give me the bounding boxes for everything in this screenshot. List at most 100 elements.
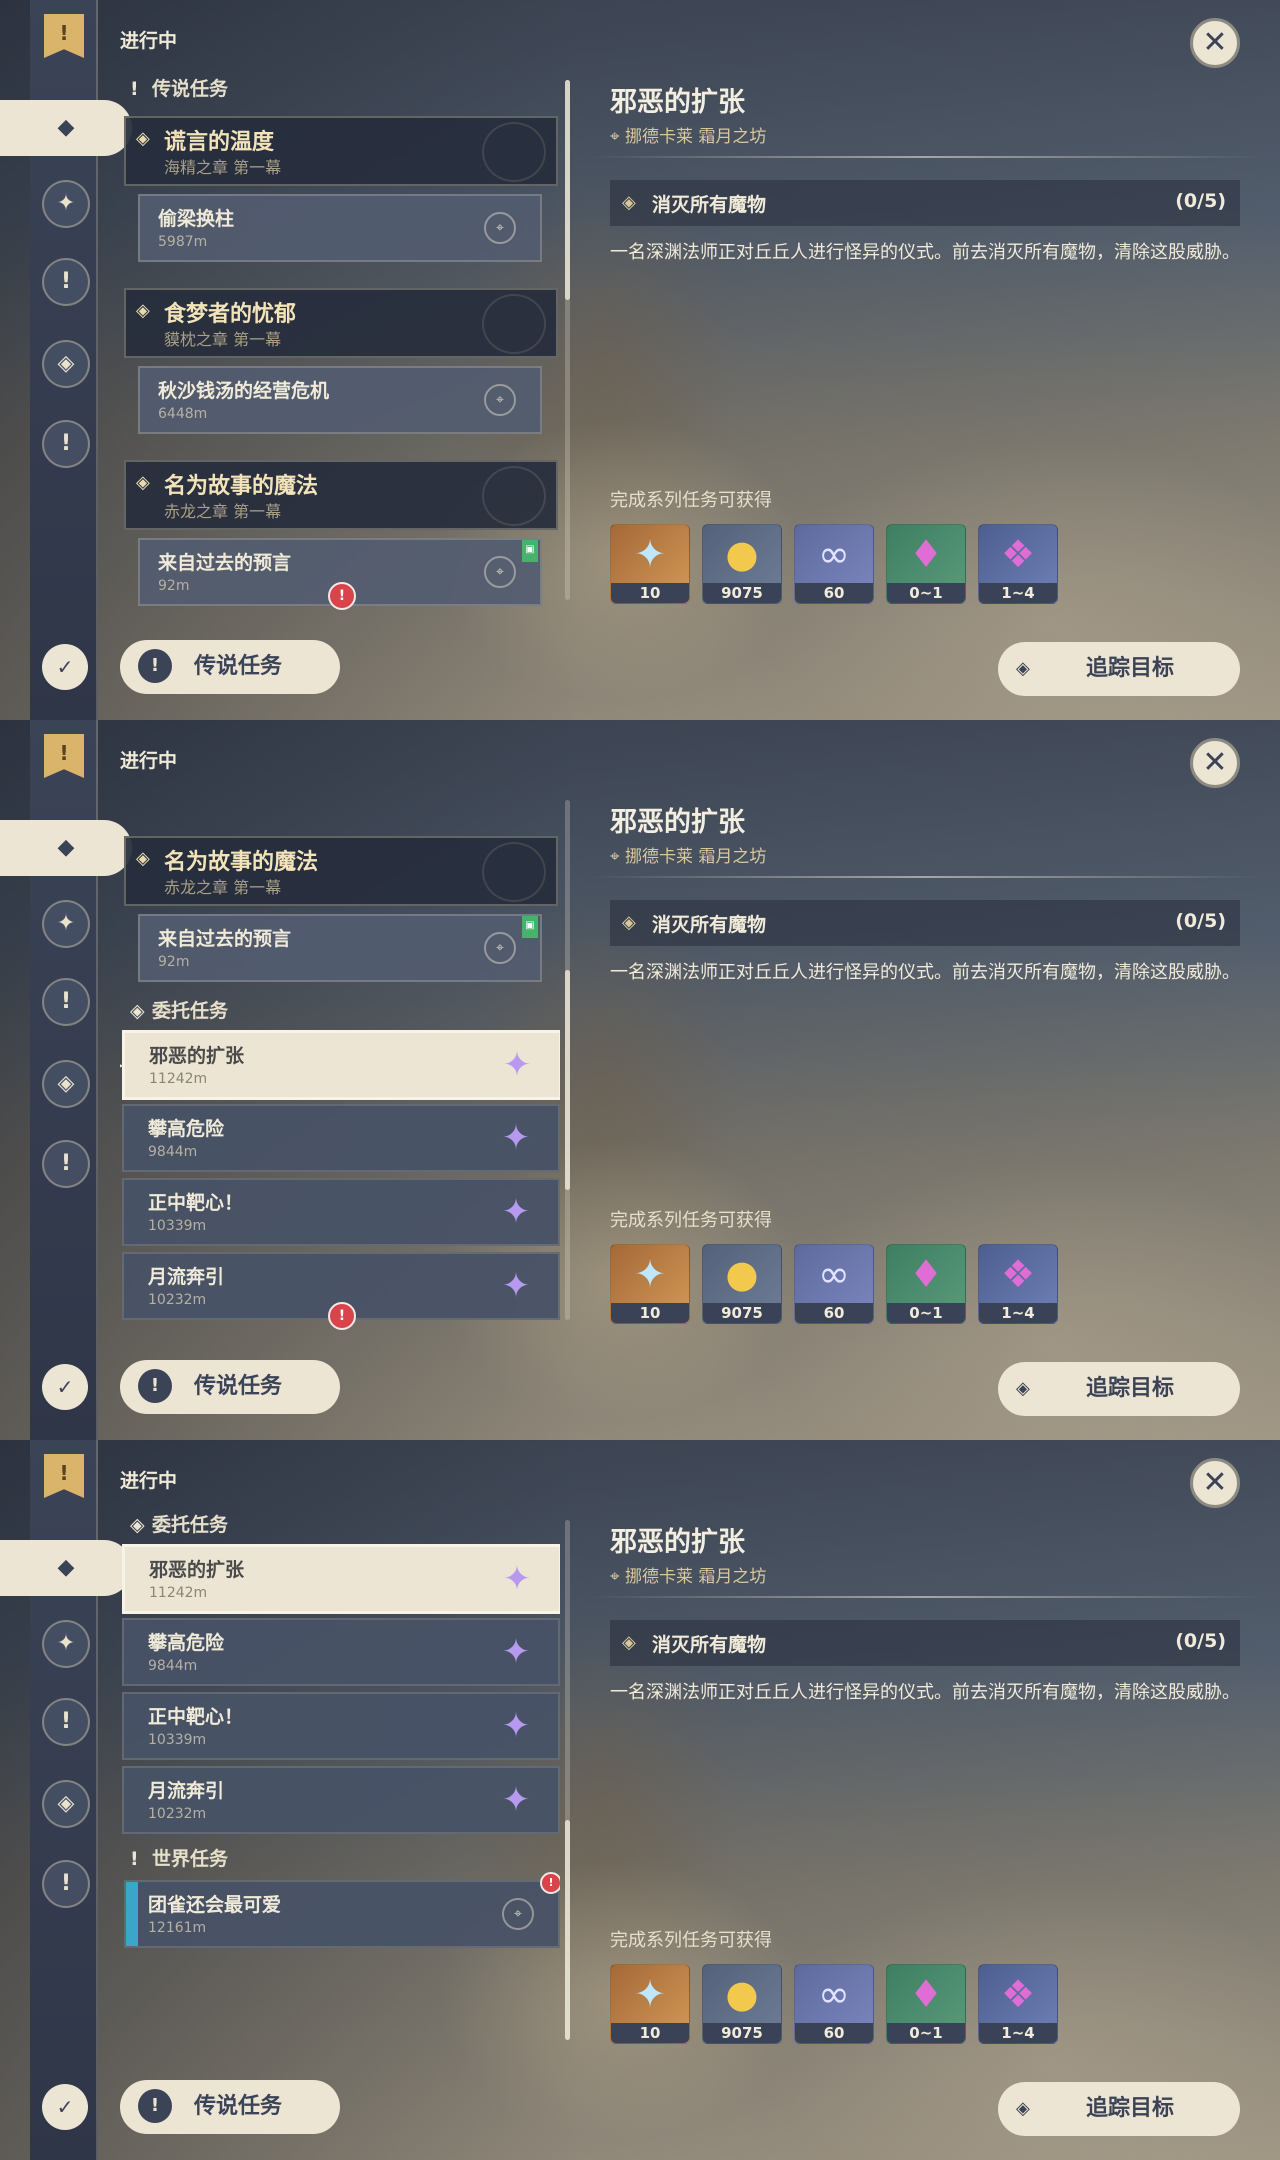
reward-item[interactable]: ♦ 0~1 — [886, 524, 966, 604]
quest-list[interactable]: ! 传说任务 ◈ 谎言的温度 海精之章 第一幕 偷梁换柱 5987m ⌖ ◈ 食梦… — [120, 70, 560, 610]
chapter-card[interactable]: ◈ 名为故事的魔法 赤龙之章 第一幕 — [124, 836, 558, 906]
reward-item[interactable]: ● 9075 — [702, 524, 782, 604]
bookmark-icon[interactable]: ! — [44, 1454, 84, 1498]
reward-item[interactable]: ❖ 1~4 — [978, 524, 1058, 604]
subquest-item[interactable]: 偷梁换柱 5987m ⌖ — [138, 194, 542, 262]
commission-star-icon: ✦ — [501, 1632, 531, 1672]
diamond-icon: ◈ — [136, 128, 150, 149]
legend-quest-button[interactable]: ! 传说任务 — [120, 640, 340, 694]
scrollbar[interactable] — [565, 800, 570, 1320]
chapter-card[interactable]: ◈ 谎言的温度 海精之章 第一幕 — [124, 116, 558, 186]
location-pin-icon[interactable]: ⌖ — [484, 556, 516, 588]
section-world: ! 世界任务 — [130, 1844, 228, 1874]
reward-item[interactable]: ♦ 0~1 — [886, 1244, 966, 1324]
detail-description: 一名深渊法师正对丘丘人进行怪异的仪式。前去消灭所有魔物，清除这股威胁。 — [610, 1682, 1240, 1703]
reward-item[interactable]: ✦ 10 — [610, 524, 690, 604]
location-pin-icon[interactable]: ⌖ — [484, 384, 516, 416]
check-icon[interactable]: ✓ — [42, 1364, 88, 1410]
bookmark-icon[interactable]: ! — [44, 14, 84, 58]
archon-tab[interactable]: ✦ — [42, 900, 90, 948]
commission-star-icon: ✦ — [501, 1706, 531, 1746]
legend-quest-button[interactable]: ! 传说任务 — [120, 1360, 340, 1414]
subquest-title: 来自过去的预言 — [158, 552, 292, 574]
scroll-thumb[interactable] — [565, 80, 570, 300]
event-tab[interactable]: ◈ — [42, 1060, 90, 1108]
commission-item[interactable]: ▶ 邪恶的扩张 11242m ✦ — [120, 1030, 560, 1100]
commission-item[interactable]: 正中靶心！ 10339m ✦ — [122, 1692, 560, 1760]
legend-tab[interactable]: ! — [42, 258, 90, 306]
commission-star-icon: ✦ — [502, 1559, 532, 1599]
alert-icon: ! — [328, 582, 356, 610]
crystal-cluster-icon: ❖ — [1000, 1972, 1036, 2016]
reward-item[interactable]: ♦ 0~1 — [886, 1964, 966, 2044]
commission-tab[interactable]: ◆ — [0, 1540, 132, 1596]
reward-item[interactable]: ● 9075 — [702, 1244, 782, 1324]
world-quest-item[interactable]: 团雀还会最可爱 12161m ⌖ — [124, 1880, 560, 1948]
track-button[interactable]: ◈ 追踪目标 — [998, 1362, 1240, 1416]
location-pin-icon[interactable]: ⌖ — [484, 212, 516, 244]
commission-item[interactable]: 攀高危险 9844m ✦ — [122, 1618, 560, 1686]
track-button[interactable]: ◈ 追踪目标 — [998, 642, 1240, 696]
commission-tab[interactable]: ◆ — [0, 100, 132, 156]
chapter-emblem-icon — [482, 466, 546, 526]
selected-arrow-icon: ▶ — [120, 1569, 123, 1588]
archon-tab[interactable]: ✦ — [42, 180, 90, 228]
commission-star-icon: ✦ — [502, 1045, 532, 1085]
reward-item[interactable]: ∞ 60 — [794, 1244, 874, 1324]
reward-item[interactable]: ∞ 60 — [794, 524, 874, 604]
reward-item[interactable]: ✦ 10 — [610, 1964, 690, 2044]
bookmark-icon[interactable]: ! — [44, 734, 84, 778]
detail-description: 一名深渊法师正对丘丘人进行怪异的仪式。前去消灭所有魔物，清除这股威胁。 — [610, 242, 1240, 263]
quest-list[interactable]: ◈委托任务 ▶ 邪恶的扩张 11242m ✦ 攀高危险 9844m ✦ 正中靶心… — [120, 1510, 560, 2050]
detail-title: 邪恶的扩张 — [610, 1527, 745, 1558]
scroll-thumb[interactable] — [565, 970, 570, 1190]
diamond-icon: ◈ — [1016, 1378, 1030, 1399]
event-tab[interactable]: ◈ — [42, 340, 90, 388]
objective-text: 消灭所有魔物 — [652, 1634, 767, 1656]
scrollbar[interactable] — [565, 80, 570, 600]
reward-item[interactable]: ∞ 60 — [794, 1964, 874, 2044]
status-label: 进行中 — [120, 1470, 178, 1492]
reward-item[interactable]: ❖ 1~4 — [978, 1964, 1058, 2044]
scrollbar[interactable] — [565, 1520, 570, 2040]
reward-item[interactable]: ● 9075 — [702, 1964, 782, 2044]
legend-tab[interactable]: ! — [42, 1698, 90, 1746]
scroll-thumb[interactable] — [565, 1820, 570, 2040]
subquest-item[interactable]: 来自过去的预言 92m ⌖ ▣ — [138, 914, 542, 982]
diamond-icon: ◈ — [622, 192, 636, 213]
close-icon[interactable]: ✕ — [1190, 738, 1240, 788]
quest-list[interactable]: ◈ 名为故事的魔法 赤龙之章 第一幕 来自过去的预言 92m ⌖ ▣ ◈ 委托任务… — [120, 790, 560, 1330]
commission-item[interactable]: 正中靶心！ 10339m ✦ — [122, 1178, 560, 1246]
status-label: 进行中 — [120, 750, 178, 772]
archon-tab[interactable]: ✦ — [42, 1620, 90, 1668]
close-icon[interactable]: ✕ — [1190, 18, 1240, 68]
event-tab[interactable]: ◈ — [42, 1780, 90, 1828]
commission-tab[interactable]: ◆ — [0, 820, 132, 876]
world-tab[interactable]: ! — [42, 1860, 90, 1908]
screen-3: ! ◆ ✦ ! ◈ ! 进行中 ✕ ◈委托任务 ▶ 邪恶的扩张 11242m ✦… — [0, 1440, 1280, 2160]
location-pin-icon[interactable]: ⌖ — [502, 1898, 534, 1930]
chapter-card[interactable]: ◈ 名为故事的魔法 赤龙之章 第一幕 — [124, 460, 558, 530]
reward-item[interactable]: ✦ 10 — [610, 1244, 690, 1324]
commission-item[interactable]: ▶ 邪恶的扩张 11242m ✦ — [120, 1544, 560, 1614]
check-icon[interactable]: ✓ — [42, 2084, 88, 2130]
close-icon[interactable]: ✕ — [1190, 1458, 1240, 1508]
subquest-item[interactable]: 秋沙钱汤的经营危机 6448m ⌖ — [138, 366, 542, 434]
crystal-icon: ♦ — [908, 1972, 944, 2016]
legend-tab[interactable]: ! — [42, 978, 90, 1026]
exclamation-icon: ! — [130, 1848, 139, 1870]
reward-item[interactable]: ❖ 1~4 — [978, 1244, 1058, 1324]
mora-icon: ● — [725, 1972, 759, 2016]
legend-quest-button[interactable]: ! 传说任务 — [120, 2080, 340, 2134]
check-icon[interactable]: ✓ — [42, 644, 88, 690]
location-pin-icon[interactable]: ⌖ — [484, 932, 516, 964]
world-tab[interactable]: ! — [42, 420, 90, 468]
commission-item[interactable]: 月流奔引 10232m ✦ — [122, 1766, 560, 1834]
reward-label: 完成系列任务可获得 — [610, 490, 772, 511]
track-button[interactable]: ◈ 追踪目标 — [998, 2082, 1240, 2136]
exclamation-icon: ! — [138, 649, 172, 683]
chapter-card[interactable]: ◈ 食梦者的忧郁 貘枕之章 第一幕 — [124, 288, 558, 358]
world-tab[interactable]: ! — [42, 1140, 90, 1188]
chapter-emblem-icon — [482, 294, 546, 354]
commission-item[interactable]: 攀高危险 9844m ✦ — [122, 1104, 560, 1172]
